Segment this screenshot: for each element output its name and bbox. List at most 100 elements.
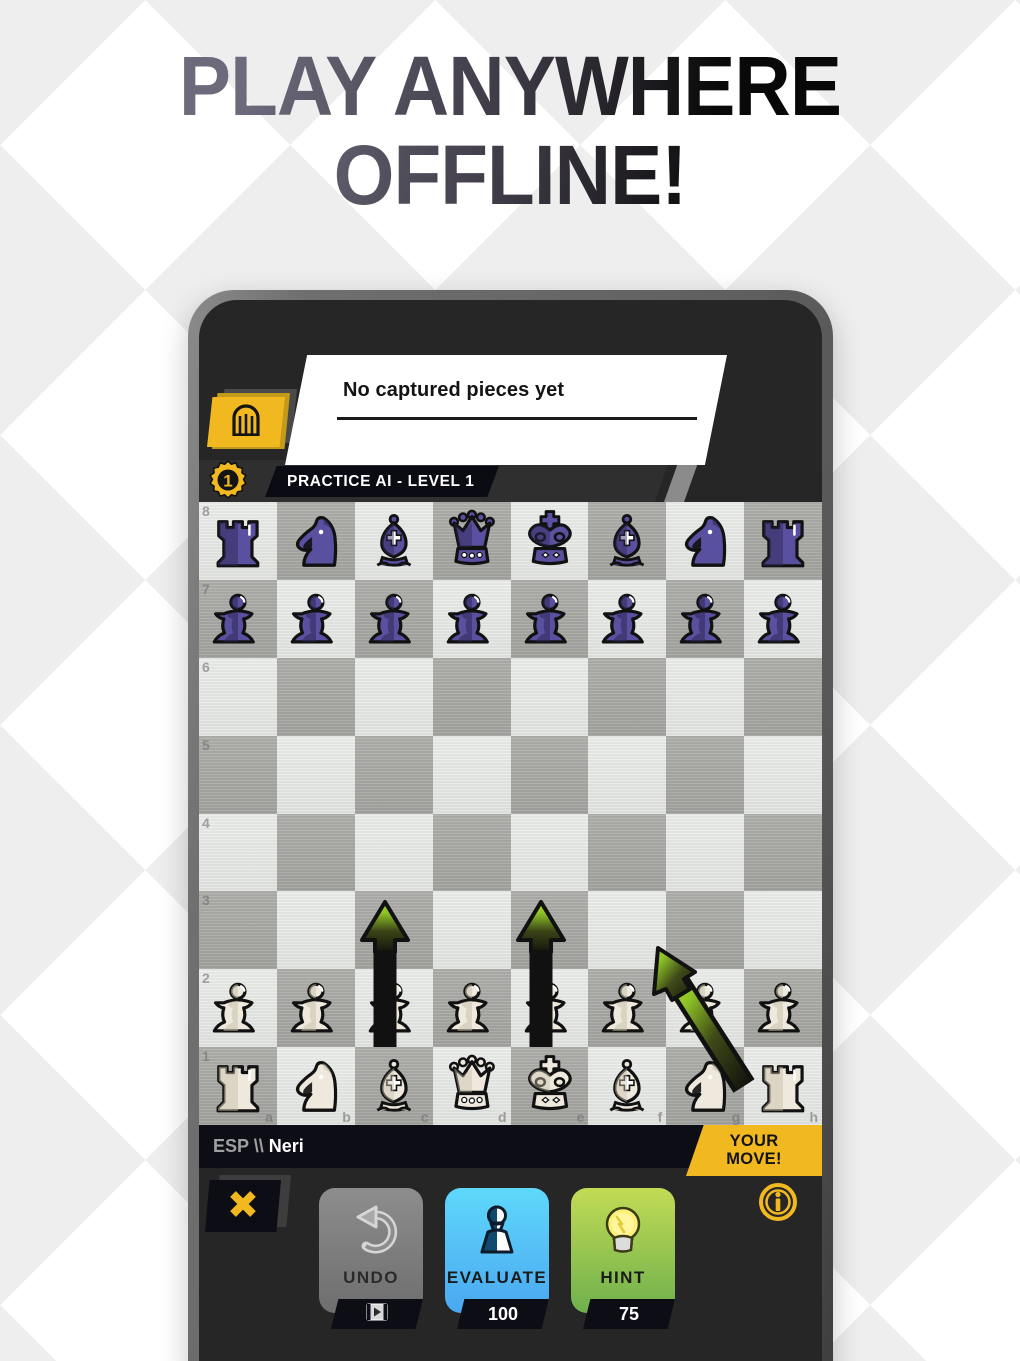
board-square-g8[interactable] bbox=[666, 502, 745, 580]
board-square-a8[interactable]: 8 bbox=[199, 502, 277, 580]
piece-black-king[interactable] bbox=[511, 502, 589, 580]
lightbulb-icon bbox=[595, 1202, 651, 1258]
board-square-e3[interactable] bbox=[510, 891, 589, 970]
piece-black-bishop[interactable] bbox=[355, 502, 433, 580]
board-square-c8[interactable] bbox=[354, 502, 433, 580]
board-square-f6[interactable] bbox=[588, 657, 667, 736]
board-square-a6[interactable]: 6 bbox=[199, 657, 277, 736]
board-square-h5[interactable] bbox=[744, 735, 822, 814]
board-square-c7[interactable] bbox=[354, 579, 433, 658]
board-square-d8[interactable] bbox=[432, 502, 511, 580]
board-square-a2[interactable]: 2 bbox=[199, 969, 277, 1048]
piece-black-pawn[interactable] bbox=[199, 580, 277, 658]
board-square-b7[interactable] bbox=[276, 579, 355, 658]
piece-black-queen[interactable] bbox=[433, 502, 511, 580]
piece-black-pawn[interactable] bbox=[511, 580, 589, 658]
board-square-b1[interactable]: b bbox=[276, 1047, 355, 1125]
piece-black-pawn[interactable] bbox=[666, 580, 744, 658]
board-square-g4[interactable] bbox=[666, 813, 745, 892]
board-square-f4[interactable] bbox=[588, 813, 667, 892]
board-square-e7[interactable] bbox=[510, 579, 589, 658]
piece-black-rook[interactable] bbox=[199, 502, 277, 580]
piece-black-knight[interactable] bbox=[277, 502, 355, 580]
evaluate-button[interactable]: EVALUATE 100 bbox=[445, 1188, 549, 1329]
board-square-c2[interactable] bbox=[354, 969, 433, 1048]
board-square-g2[interactable] bbox=[666, 969, 745, 1048]
piece-white-pawn[interactable] bbox=[666, 969, 744, 1047]
board-square-e6[interactable] bbox=[510, 657, 589, 736]
pawn-split-icon bbox=[469, 1202, 525, 1258]
board-square-b3[interactable] bbox=[276, 891, 355, 970]
piece-black-pawn[interactable] bbox=[277, 580, 355, 658]
piece-white-pawn[interactable] bbox=[433, 969, 511, 1047]
board-square-d4[interactable] bbox=[432, 813, 511, 892]
piece-white-pawn[interactable] bbox=[199, 969, 277, 1047]
close-button[interactable] bbox=[205, 1180, 281, 1232]
board-square-h6[interactable] bbox=[744, 657, 822, 736]
piece-black-bishop[interactable] bbox=[588, 502, 666, 580]
board-square-e4[interactable] bbox=[510, 813, 589, 892]
board-square-e5[interactable] bbox=[510, 735, 589, 814]
piece-black-pawn[interactable] bbox=[433, 580, 511, 658]
piece-white-pawn[interactable] bbox=[511, 969, 589, 1047]
captured-pieces-tab[interactable] bbox=[207, 397, 285, 447]
rank-label: 6 bbox=[202, 658, 210, 675]
board-square-d5[interactable] bbox=[432, 735, 511, 814]
board-square-e1[interactable]: e bbox=[510, 1047, 589, 1125]
board-square-f8[interactable] bbox=[588, 502, 667, 580]
piece-black-pawn[interactable] bbox=[744, 580, 822, 658]
piece-black-rook[interactable] bbox=[744, 502, 822, 580]
board-square-f1[interactable]: f bbox=[588, 1047, 667, 1125]
board-square-h4[interactable] bbox=[744, 813, 822, 892]
board-square-a4[interactable]: 4 bbox=[199, 813, 277, 892]
board-square-b4[interactable] bbox=[276, 813, 355, 892]
piece-black-pawn[interactable] bbox=[355, 580, 433, 658]
board-square-a1[interactable]: 1a bbox=[199, 1047, 277, 1125]
board-square-h2[interactable] bbox=[744, 969, 822, 1048]
board-square-e2[interactable] bbox=[510, 969, 589, 1048]
board-square-d2[interactable] bbox=[432, 969, 511, 1048]
board-square-e8[interactable] bbox=[510, 502, 589, 580]
board-square-a5[interactable]: 5 bbox=[199, 735, 277, 814]
board-square-d1[interactable]: d bbox=[432, 1047, 511, 1125]
board-square-a3[interactable]: 3 bbox=[199, 891, 277, 970]
board-square-g1[interactable]: g bbox=[666, 1047, 745, 1125]
board-square-f5[interactable] bbox=[588, 735, 667, 814]
board-square-f2[interactable] bbox=[588, 969, 667, 1048]
board-square-g7[interactable] bbox=[666, 579, 745, 658]
hint-button[interactable]: HINT 75 bbox=[571, 1188, 675, 1329]
board-square-c5[interactable] bbox=[354, 735, 433, 814]
piece-white-pawn[interactable] bbox=[588, 969, 666, 1047]
board-square-f3[interactable] bbox=[588, 891, 667, 970]
piece-white-bishop[interactable] bbox=[588, 1047, 666, 1125]
board-square-g6[interactable] bbox=[666, 657, 745, 736]
board-square-h1[interactable]: h bbox=[744, 1047, 822, 1125]
undo-button[interactable]: UNDO bbox=[319, 1188, 423, 1329]
piece-white-pawn[interactable] bbox=[355, 969, 433, 1047]
board-square-h8[interactable] bbox=[744, 502, 822, 580]
board-square-h3[interactable] bbox=[744, 891, 822, 970]
board-square-g5[interactable] bbox=[666, 735, 745, 814]
board-square-d3[interactable] bbox=[432, 891, 511, 970]
info-button[interactable] bbox=[756, 1182, 800, 1226]
level-badge[interactable]: 1 bbox=[205, 457, 251, 503]
board-square-c6[interactable] bbox=[354, 657, 433, 736]
board-square-d6[interactable] bbox=[432, 657, 511, 736]
board-square-b5[interactable] bbox=[276, 735, 355, 814]
piece-black-pawn[interactable] bbox=[588, 580, 666, 658]
board-square-c4[interactable] bbox=[354, 813, 433, 892]
board-square-f7[interactable] bbox=[588, 579, 667, 658]
piece-black-knight[interactable] bbox=[666, 502, 744, 580]
board-square-b8[interactable] bbox=[276, 502, 355, 580]
board-square-b6[interactable] bbox=[276, 657, 355, 736]
board-square-h7[interactable] bbox=[744, 579, 822, 658]
board-square-a7[interactable]: 7 bbox=[199, 579, 277, 658]
chess-board[interactable]: 8 7 6 5 4 3 2 1 a b c d e f g h bbox=[199, 502, 822, 1125]
board-square-b2[interactable] bbox=[276, 969, 355, 1048]
board-square-g3[interactable] bbox=[666, 891, 745, 970]
piece-white-pawn[interactable] bbox=[277, 969, 355, 1047]
board-square-d7[interactable] bbox=[432, 579, 511, 658]
board-square-c1[interactable]: c bbox=[354, 1047, 433, 1125]
piece-white-pawn[interactable] bbox=[744, 969, 822, 1047]
board-square-c3[interactable] bbox=[354, 891, 433, 970]
